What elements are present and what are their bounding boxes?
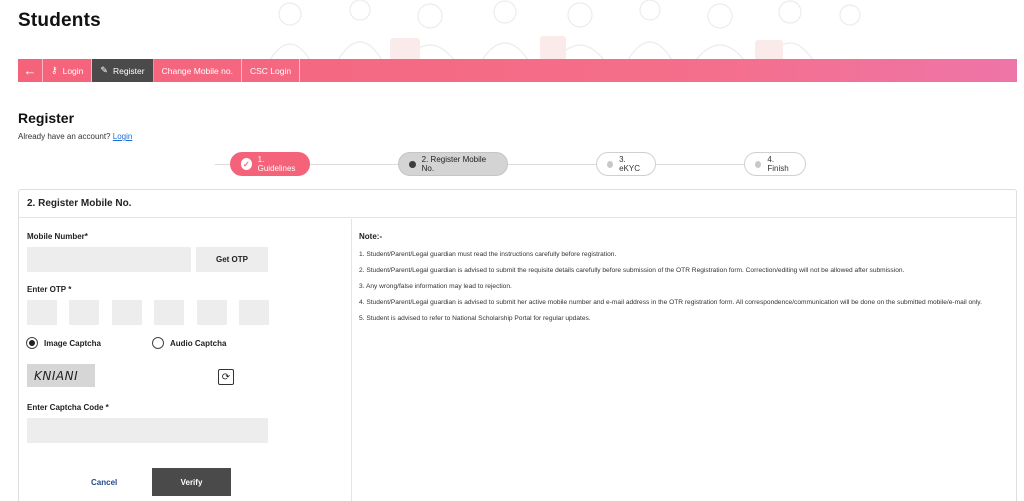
nav-register-label: Register xyxy=(112,65,145,76)
nav-change-mobile[interactable]: Change Mobile no. xyxy=(154,59,242,82)
students-illustration-icon xyxy=(269,0,861,60)
step-ekyc-label: 3. eKYC xyxy=(619,155,640,173)
note-item: 1. Student/Parent/Legal guardian must re… xyxy=(359,251,617,258)
step-dot-icon xyxy=(409,160,416,168)
refresh-captcha-button[interactable]: ⟳ xyxy=(218,369,234,385)
captcha-code-label: Enter Captcha Code * xyxy=(27,403,109,412)
arrow-left-icon: ← xyxy=(23,63,37,78)
radio-image-captcha-label: Image Captcha xyxy=(44,338,101,348)
note-item: 5. Student is advised to refer to Nation… xyxy=(359,315,591,322)
already-account-text: Already have an account? Login xyxy=(18,132,132,141)
note-title: Note:- xyxy=(359,232,383,241)
step-guidelines-label: 1. Guidelines xyxy=(257,155,296,173)
otp-digit-4[interactable] xyxy=(154,300,184,325)
refresh-icon: ⟳ xyxy=(221,371,231,383)
radio-circle xyxy=(152,337,164,349)
header-illustration xyxy=(0,0,1024,60)
note-item: 4. Student/Parent/Legal guardian is advi… xyxy=(359,299,982,306)
key-icon: ⚷ xyxy=(51,65,58,75)
otp-digit-6[interactable] xyxy=(239,300,269,325)
radio-audio-captcha[interactable]: Audio Captcha xyxy=(152,337,226,349)
already-account-label: Already have an account? xyxy=(18,132,111,141)
step-register-mobile-label: 2. Register Mobile No. xyxy=(421,155,487,173)
mobile-number-label: Mobile Number* xyxy=(27,232,88,241)
edit-icon: ✎ xyxy=(100,65,108,75)
nav-register[interactable]: ✎ Register xyxy=(92,59,154,82)
nav-login[interactable]: ⚷ Login xyxy=(43,59,93,82)
radio-audio-captcha-label: Audio Captcha xyxy=(170,338,227,348)
otp-digit-5[interactable] xyxy=(197,300,227,325)
otp-label: Enter OTP * xyxy=(27,285,72,294)
captcha-image: KNIANI xyxy=(27,364,95,387)
get-otp-button[interactable]: Get OTP xyxy=(196,247,268,272)
step-finish-label: 4. Finish xyxy=(767,155,789,173)
nav-login-label: Login xyxy=(62,65,84,76)
verify-button[interactable]: Verify xyxy=(152,468,231,496)
otp-digit-2[interactable] xyxy=(69,300,99,325)
step-guidelines[interactable]: ✓ 1. Guidelines xyxy=(230,152,310,176)
cancel-button[interactable]: Cancel xyxy=(91,478,117,487)
login-link[interactable]: Login xyxy=(113,132,133,141)
page-title: Students xyxy=(18,10,101,31)
top-navbar: ← ⚷ Login ✎ Register Change Mobile no. C… xyxy=(18,59,1017,82)
step-dot-icon xyxy=(755,160,762,168)
note-item: 2. Student/Parent/Legal guardian is advi… xyxy=(359,267,905,274)
register-mobile-panel: 2. Register Mobile No. Mobile Number* Ge… xyxy=(18,189,1017,501)
nav-change-mobile-label: Change Mobile no. xyxy=(161,65,233,76)
otp-digit-3[interactable] xyxy=(112,300,142,325)
radio-image-captcha[interactable]: Image Captcha xyxy=(26,337,101,349)
step-finish[interactable]: 4. Finish xyxy=(744,152,806,176)
mobile-number-input[interactable] xyxy=(27,247,191,272)
note-list: 1. Student/Parent/Legal guardian must re… xyxy=(359,250,1009,330)
register-heading: Register xyxy=(18,110,75,126)
note-item: 3. Any wrong/false information may lead … xyxy=(359,283,512,290)
panel-title: 2. Register Mobile No. xyxy=(19,190,1016,218)
step-ekyc[interactable]: 3. eKYC xyxy=(596,152,656,176)
radio-circle xyxy=(26,337,38,349)
back-button[interactable]: ← xyxy=(18,59,43,82)
step-dot-icon xyxy=(607,160,614,168)
check-icon: ✓ xyxy=(241,158,252,170)
nav-csc-login-label: CSC Login xyxy=(249,65,292,76)
panel-divider xyxy=(351,219,352,501)
captcha-code-input[interactable] xyxy=(27,418,268,443)
radio-selected-dot xyxy=(29,340,35,346)
nav-csc-login[interactable]: CSC Login xyxy=(242,59,301,82)
otp-digit-1[interactable] xyxy=(27,300,57,325)
step-register-mobile[interactable]: 2. Register Mobile No. xyxy=(398,152,508,176)
